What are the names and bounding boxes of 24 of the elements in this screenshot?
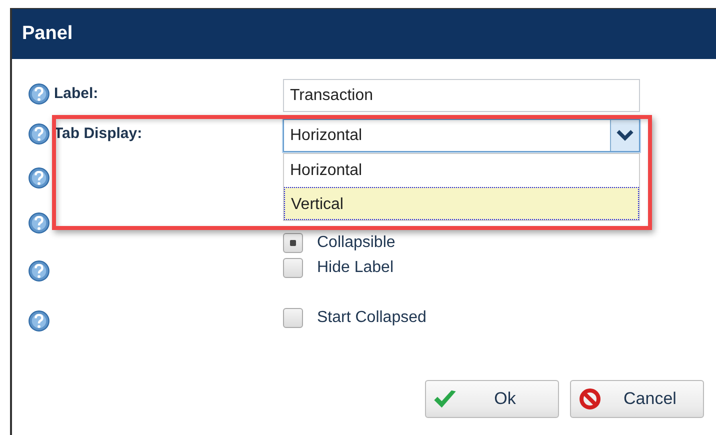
prohibited-icon (577, 388, 603, 410)
help-icon[interactable] (28, 260, 50, 282)
cancel-button[interactable]: Cancel (570, 380, 704, 418)
ok-button[interactable]: Ok (425, 380, 559, 418)
checkbox[interactable] (283, 308, 303, 328)
checkbox-label: Start Collapsed (317, 309, 426, 327)
help-icon[interactable] (28, 212, 50, 234)
help-icon[interactable] (28, 83, 50, 105)
field-label: Label: (54, 85, 100, 102)
text-field[interactable]: Transaction (283, 79, 640, 112)
checkmark-icon (432, 388, 458, 410)
dropdown-option[interactable]: Vertical (284, 187, 639, 220)
help-icon[interactable] (28, 310, 50, 332)
dropdown-option[interactable]: Horizontal (284, 154, 639, 187)
checkbox-label: Collapsible (317, 234, 396, 252)
checkbox[interactable] (283, 233, 303, 253)
caret-icon[interactable] (610, 120, 639, 151)
help-icon[interactable] (28, 167, 50, 189)
window-title: Panel (22, 23, 73, 45)
checkbox-label: Hide Label (317, 259, 394, 277)
checkbox[interactable] (283, 258, 303, 278)
help-icon[interactable] (28, 123, 50, 145)
dropdown-field[interactable]: Horizontal (283, 119, 640, 152)
field-label: Tab Display: (54, 125, 144, 142)
